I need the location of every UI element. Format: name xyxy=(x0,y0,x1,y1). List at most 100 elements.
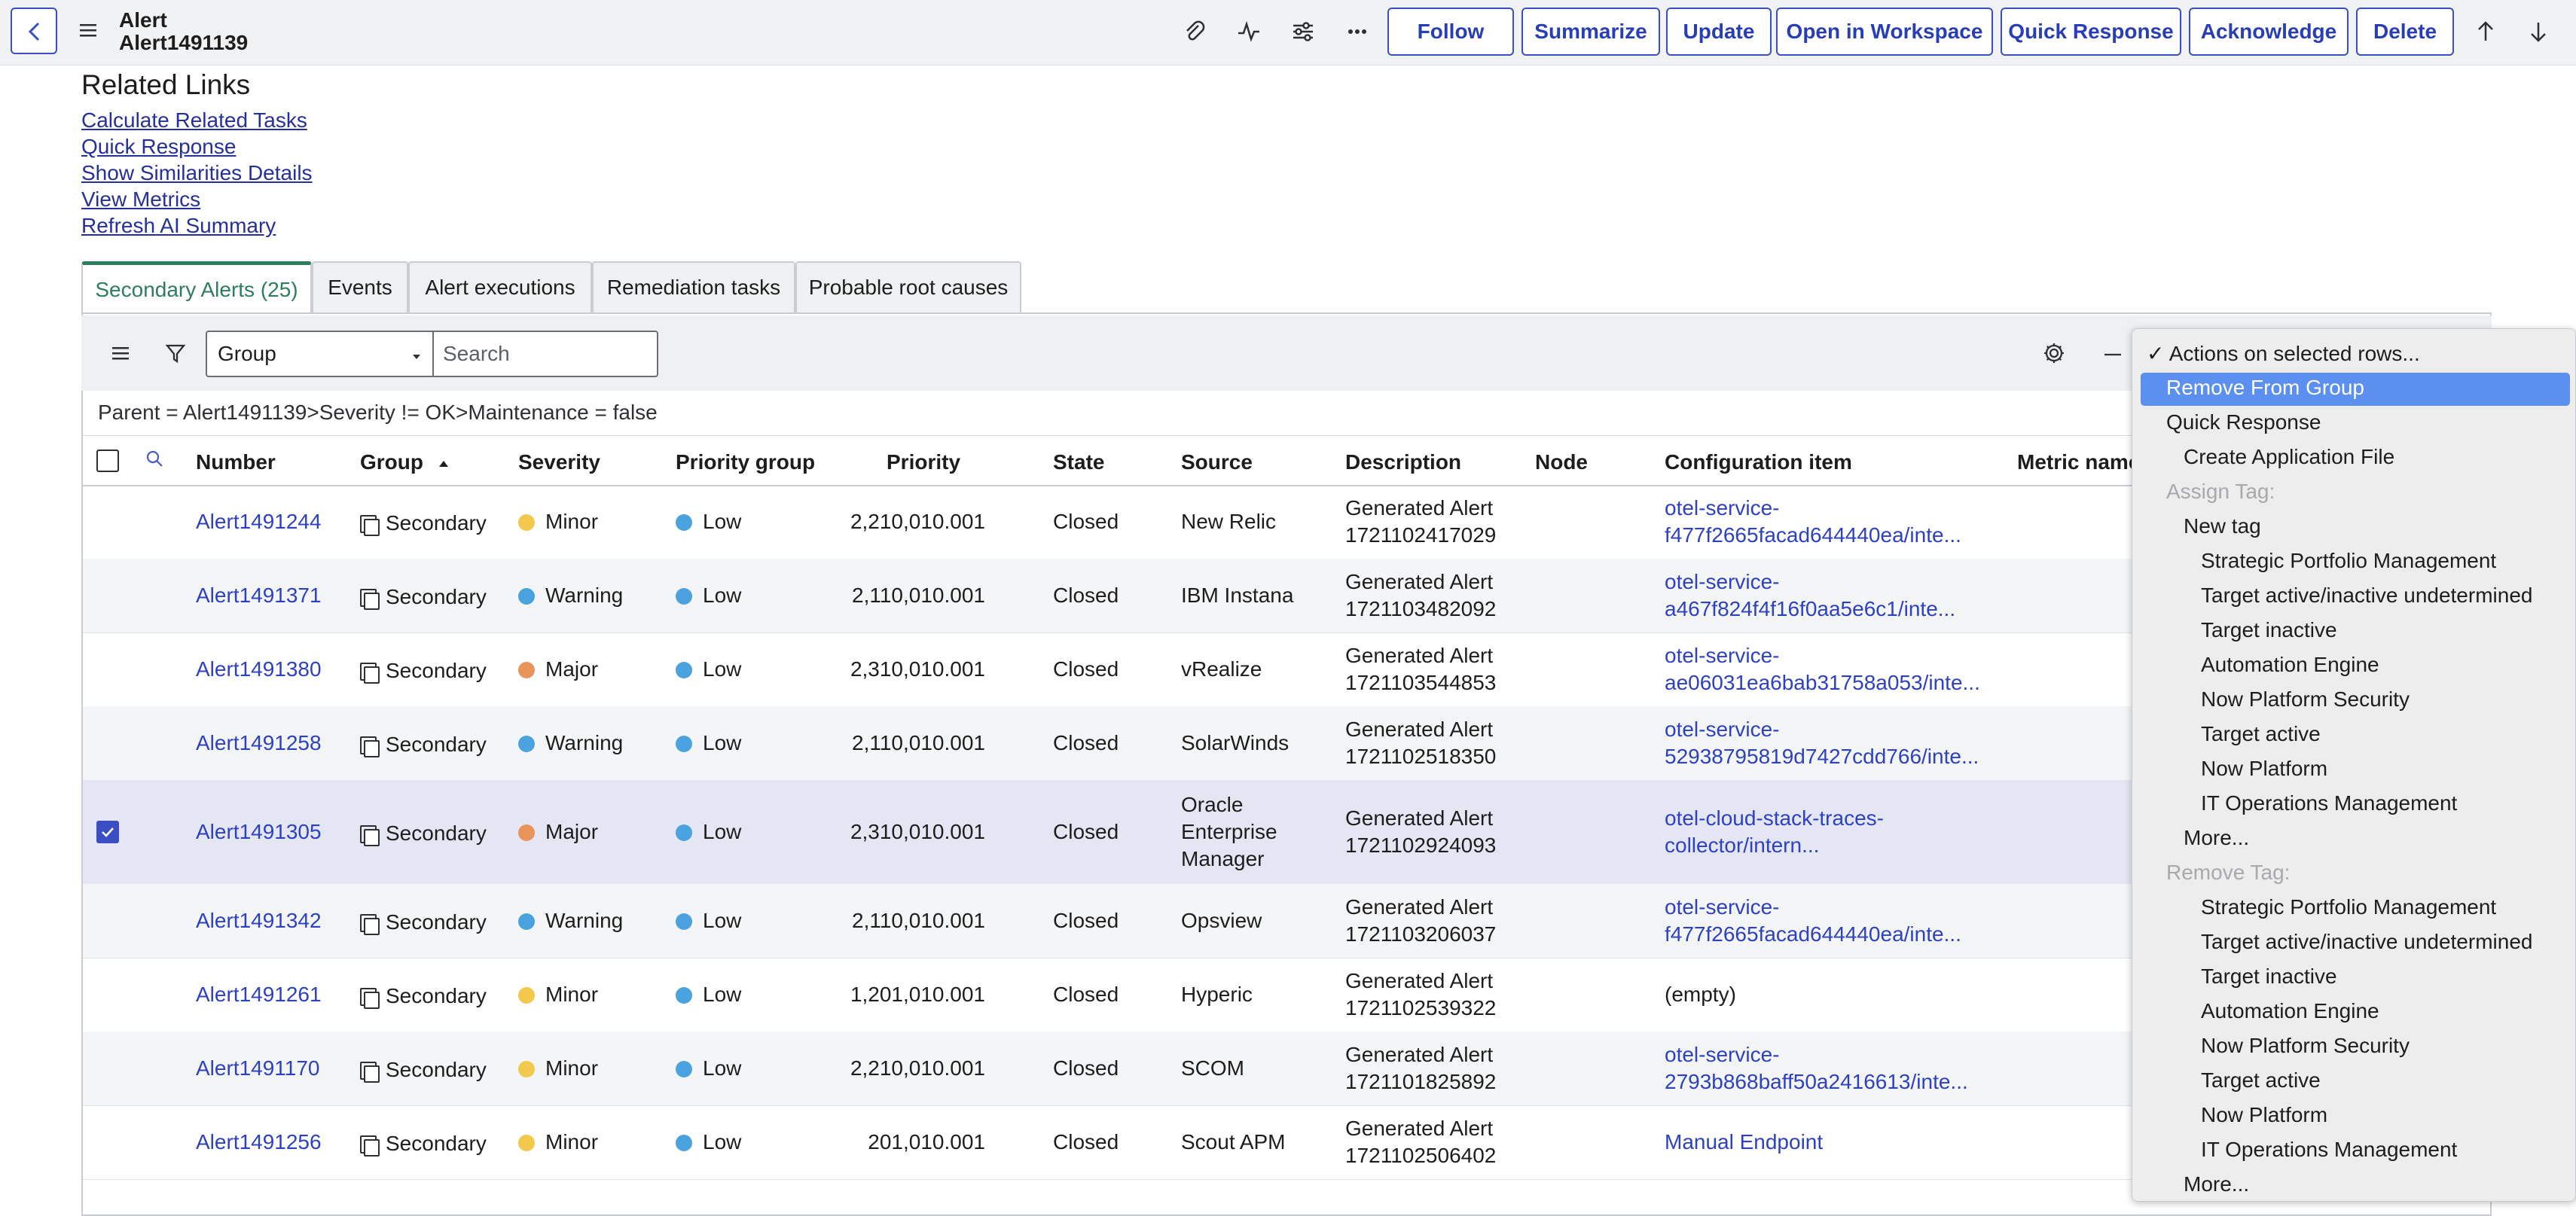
alert-number-link[interactable]: Alert1491371 xyxy=(196,582,322,609)
context-menu-item[interactable]: Now Platform Security xyxy=(2201,687,2410,712)
context-menu-item[interactable]: IT Operations Management xyxy=(2201,1138,2457,1162)
search-field-select[interactable]: Group xyxy=(206,331,434,377)
context-menu-item[interactable]: ✓ Actions on selected rows... xyxy=(2147,341,2420,366)
alert-number-link[interactable]: Alert1491261 xyxy=(196,981,322,1008)
context-menu-item[interactable]: New tag xyxy=(2184,514,2261,538)
group-copy-icon[interactable] xyxy=(360,1135,380,1157)
configuration-item-link[interactable]: otel-service- xyxy=(1665,642,1779,669)
table-row[interactable]: Alert1491261 Secondary Minor Low 1,201,010.0… xyxy=(83,958,2490,1032)
group-copy-icon[interactable] xyxy=(360,914,380,935)
alert-number-link[interactable]: Alert1491305 xyxy=(196,818,322,846)
context-menu-item[interactable]: Now Platform xyxy=(2201,757,2327,781)
open-in-workspace-button[interactable]: Open in Workspace xyxy=(1776,8,1993,56)
tab-alert-executions[interactable]: Alert executions xyxy=(408,261,592,312)
context-menu-item[interactable]: Strategic Portfolio Management xyxy=(2201,549,2496,573)
column-header-group[interactable]: Group xyxy=(360,450,450,474)
context-menu-item[interactable]: Target active/inactive undetermined xyxy=(2201,930,2532,954)
tab-events[interactable]: Events xyxy=(312,261,408,312)
show-similarities-details-link[interactable]: Show Similarities Details xyxy=(81,161,313,185)
configuration-item-link[interactable]: otel-service- xyxy=(1665,716,1779,743)
column-header-priority-group[interactable]: Priority group xyxy=(676,450,815,474)
configuration-item-link[interactable]: f477f2665facad644440ea/inte... xyxy=(1665,522,1961,549)
context-menu-item[interactable]: Target active xyxy=(2201,722,2321,746)
alert-number-link[interactable]: Alert1491244 xyxy=(196,508,322,535)
context-menu-item[interactable]: More... xyxy=(2184,826,2249,850)
context-menu-item[interactable]: More... xyxy=(2184,1172,2249,1196)
quick-response-link[interactable]: Quick Response xyxy=(81,135,236,159)
group-copy-icon[interactable] xyxy=(360,663,380,684)
context-menu-item[interactable]: Automation Engine xyxy=(2201,999,2379,1023)
context-menu-item[interactable]: Now Platform Security xyxy=(2201,1034,2410,1058)
collapse-icon[interactable] xyxy=(2101,343,2124,366)
context-menu-item[interactable]: Target active/inactive undetermined xyxy=(2201,584,2532,608)
filter-icon[interactable] xyxy=(164,342,187,364)
tab-secondary-alerts[interactable]: Secondary Alerts (25) xyxy=(81,261,312,314)
gear-icon[interactable] xyxy=(2041,340,2067,366)
arrow-down-icon[interactable] xyxy=(2523,17,2553,47)
column-header-severity[interactable]: Severity xyxy=(518,450,600,474)
context-menu-item[interactable]: Now Platform xyxy=(2201,1103,2327,1127)
column-header-description[interactable]: Description xyxy=(1345,450,1461,474)
tab-remediation-tasks[interactable]: Remediation tasks xyxy=(592,261,795,312)
column-header-source[interactable]: Source xyxy=(1181,450,1253,474)
paperclip-icon[interactable] xyxy=(1180,17,1210,47)
configuration-item-link[interactable]: collector/intern... xyxy=(1665,832,1819,859)
settings-sliders-icon[interactable] xyxy=(1288,17,1318,47)
alert-number-link[interactable]: Alert1491342 xyxy=(196,907,322,934)
summarize-button[interactable]: Summarize xyxy=(1521,8,1660,56)
alert-number-link[interactable]: Alert1491256 xyxy=(196,1129,322,1156)
alert-number-link[interactable]: Alert1491380 xyxy=(196,656,322,683)
configuration-item-link[interactable]: otel-service- xyxy=(1665,1041,1779,1068)
row-checkbox[interactable] xyxy=(96,821,119,843)
context-menu-item[interactable]: Remove From Group xyxy=(2166,376,2364,400)
context-menu-item[interactable]: Quick Response xyxy=(2166,410,2321,434)
arrow-up-icon[interactable] xyxy=(2471,17,2501,47)
column-header-number[interactable]: Number xyxy=(196,450,276,474)
table-row[interactable]: Alert1491258 Secondary Warning Low 2,110,010… xyxy=(83,706,2490,781)
table-row[interactable]: Alert1491380 Secondary Major Low 2,310,010.0… xyxy=(83,632,2490,707)
context-menu-item[interactable]: Strategic Portfolio Management xyxy=(2201,895,2496,919)
select-all-checkbox[interactable] xyxy=(96,450,119,472)
configuration-item-link[interactable]: otel-service- xyxy=(1665,568,1779,596)
context-menu-item[interactable]: Automation Engine xyxy=(2201,653,2379,677)
table-row[interactable]: Alert1491342 Secondary Warning Low 2,110,010… xyxy=(83,884,2490,958)
configuration-item-link[interactable]: ae06031ea6bab31758a053/inte... xyxy=(1665,669,1980,696)
group-copy-icon[interactable] xyxy=(360,1062,380,1083)
filter-breadcrumb[interactable]: Parent = Alert1491139>Severity != OK>Mai… xyxy=(98,401,658,425)
group-copy-icon[interactable] xyxy=(360,589,380,610)
table-row[interactable]: Alert1491170 Secondary Minor Low 2,210,010.0… xyxy=(83,1032,2490,1106)
configuration-item-link[interactable]: otel-service- xyxy=(1665,894,1779,921)
configuration-item-link[interactable]: otel-service- xyxy=(1665,495,1779,522)
group-copy-icon[interactable] xyxy=(360,825,380,846)
tab-probable-root-causes[interactable]: Probable root causes xyxy=(795,261,1021,312)
alert-number-link[interactable]: Alert1491170 xyxy=(196,1055,320,1082)
configuration-item-link[interactable]: a467f824f4f16f0aa5e6c1/inte... xyxy=(1665,596,1955,623)
more-options-icon[interactable] xyxy=(1342,17,1372,47)
configuration-item-link[interactable]: f477f2665facad644440ea/inte... xyxy=(1665,921,1961,948)
follow-button[interactable]: Follow xyxy=(1387,8,1514,56)
search-input[interactable] xyxy=(432,331,658,377)
column-header-metric-name[interactable]: Metric name xyxy=(2017,450,2140,474)
search-icon[interactable] xyxy=(145,449,166,470)
configuration-item-link[interactable]: 2793b868baff50a2416613/inte... xyxy=(1665,1068,1968,1096)
group-copy-icon[interactable] xyxy=(360,515,380,536)
context-menu-item[interactable]: Target inactive xyxy=(2201,618,2337,642)
refresh-ai-summary-link[interactable]: Refresh AI Summary xyxy=(81,214,276,238)
context-menu-item[interactable]: Target inactive xyxy=(2201,965,2337,989)
column-header-node[interactable]: Node xyxy=(1535,450,1588,474)
column-header-configuration-item[interactable]: Configuration item xyxy=(1665,450,1852,474)
context-menu-item[interactable]: Target active xyxy=(2201,1068,2321,1093)
acknowledge-button[interactable]: Acknowledge xyxy=(2189,8,2349,56)
update-button[interactable]: Update xyxy=(1666,8,1772,56)
group-copy-icon[interactable] xyxy=(360,736,380,757)
configuration-item-link[interactable]: otel-cloud-stack-traces- xyxy=(1665,805,1884,832)
table-row[interactable]: Alert1491305 Secondary Major Low 2,310,010.0… xyxy=(83,780,2490,885)
configuration-item-link[interactable]: Manual Endpoint xyxy=(1665,1129,1823,1156)
view-metrics-link[interactable]: View Metrics xyxy=(81,187,200,212)
alert-number-link[interactable]: Alert1491258 xyxy=(196,730,322,757)
delete-button[interactable]: Delete xyxy=(2356,8,2454,56)
activity-icon[interactable] xyxy=(1234,17,1264,47)
group-copy-icon[interactable] xyxy=(360,988,380,1009)
context-menu-item[interactable]: IT Operations Management xyxy=(2201,791,2457,815)
table-row[interactable]: Alert1491244 Secondary Minor Low 2,210,010.0… xyxy=(83,485,2490,559)
